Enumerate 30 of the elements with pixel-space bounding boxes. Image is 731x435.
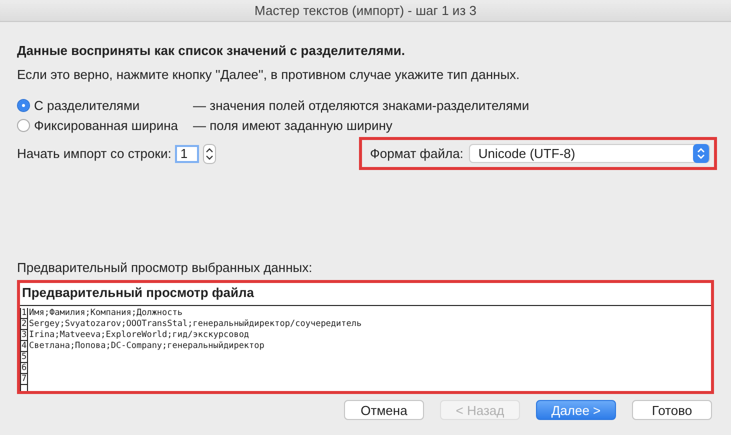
preview-line: Имя;Фамилия;Компания;Должность	[28, 308, 183, 319]
radio-description: — значения полей отделяются знаками-разделителями	[193, 98, 530, 112]
line-number: 5	[20, 352, 28, 363]
radio-description: — поля имеют заданную ширину	[193, 118, 392, 132]
preview-line: Светлана;Попова;DC-Company;генеральныйдиректор	[28, 341, 264, 352]
start-row-label: Начать импорт со строки:	[17, 146, 172, 161]
radio-button[interactable]	[17, 118, 30, 132]
line-number: 4	[20, 341, 28, 352]
line-number: 2	[20, 319, 28, 330]
dialog-button[interactable]: Отмена	[344, 400, 424, 420]
instruction-text: Если это верно, нажмите кнопку ''Далее'', в противном случае укажите тип данных.	[17, 67, 521, 82]
radio-label[interactable]: Фиксированная ширина	[34, 118, 178, 132]
start-row-field[interactable]: 1	[175, 144, 200, 162]
preview-title: Предварительный просмотр файла	[20, 283, 711, 306]
heading-text: Данные восприняты как список значений с разделителями.	[17, 43, 406, 58]
preview-label: Предварительный просмотр выбранных данных:	[17, 260, 314, 275]
line-number: 3	[20, 330, 28, 341]
chevron-icon	[693, 144, 709, 163]
preview-line: Sergey;Svyatozarov;OOOTransStal;генеральныйдиректор/соучередитель	[28, 319, 362, 330]
preview-line: Irina;Matveeva;ExploreWorld;гид/экскурсовод	[28, 330, 250, 341]
dialog-button[interactable]: Готово	[632, 400, 712, 420]
radio-button[interactable]	[17, 98, 30, 112]
stepper-icon[interactable]	[203, 144, 216, 164]
line-number: 1	[20, 308, 28, 319]
radio-label[interactable]: С разделителями	[34, 98, 140, 112]
line-number: 6	[20, 363, 28, 374]
window-title: Мастер текстов (импорт) - шаг 1 из 3	[254, 3, 476, 18]
line-number: 7	[20, 374, 28, 385]
file-format-dropdown[interactable]: Unicode (UTF-8)	[469, 144, 710, 163]
file-format-label: Формат файла:	[370, 146, 464, 161]
